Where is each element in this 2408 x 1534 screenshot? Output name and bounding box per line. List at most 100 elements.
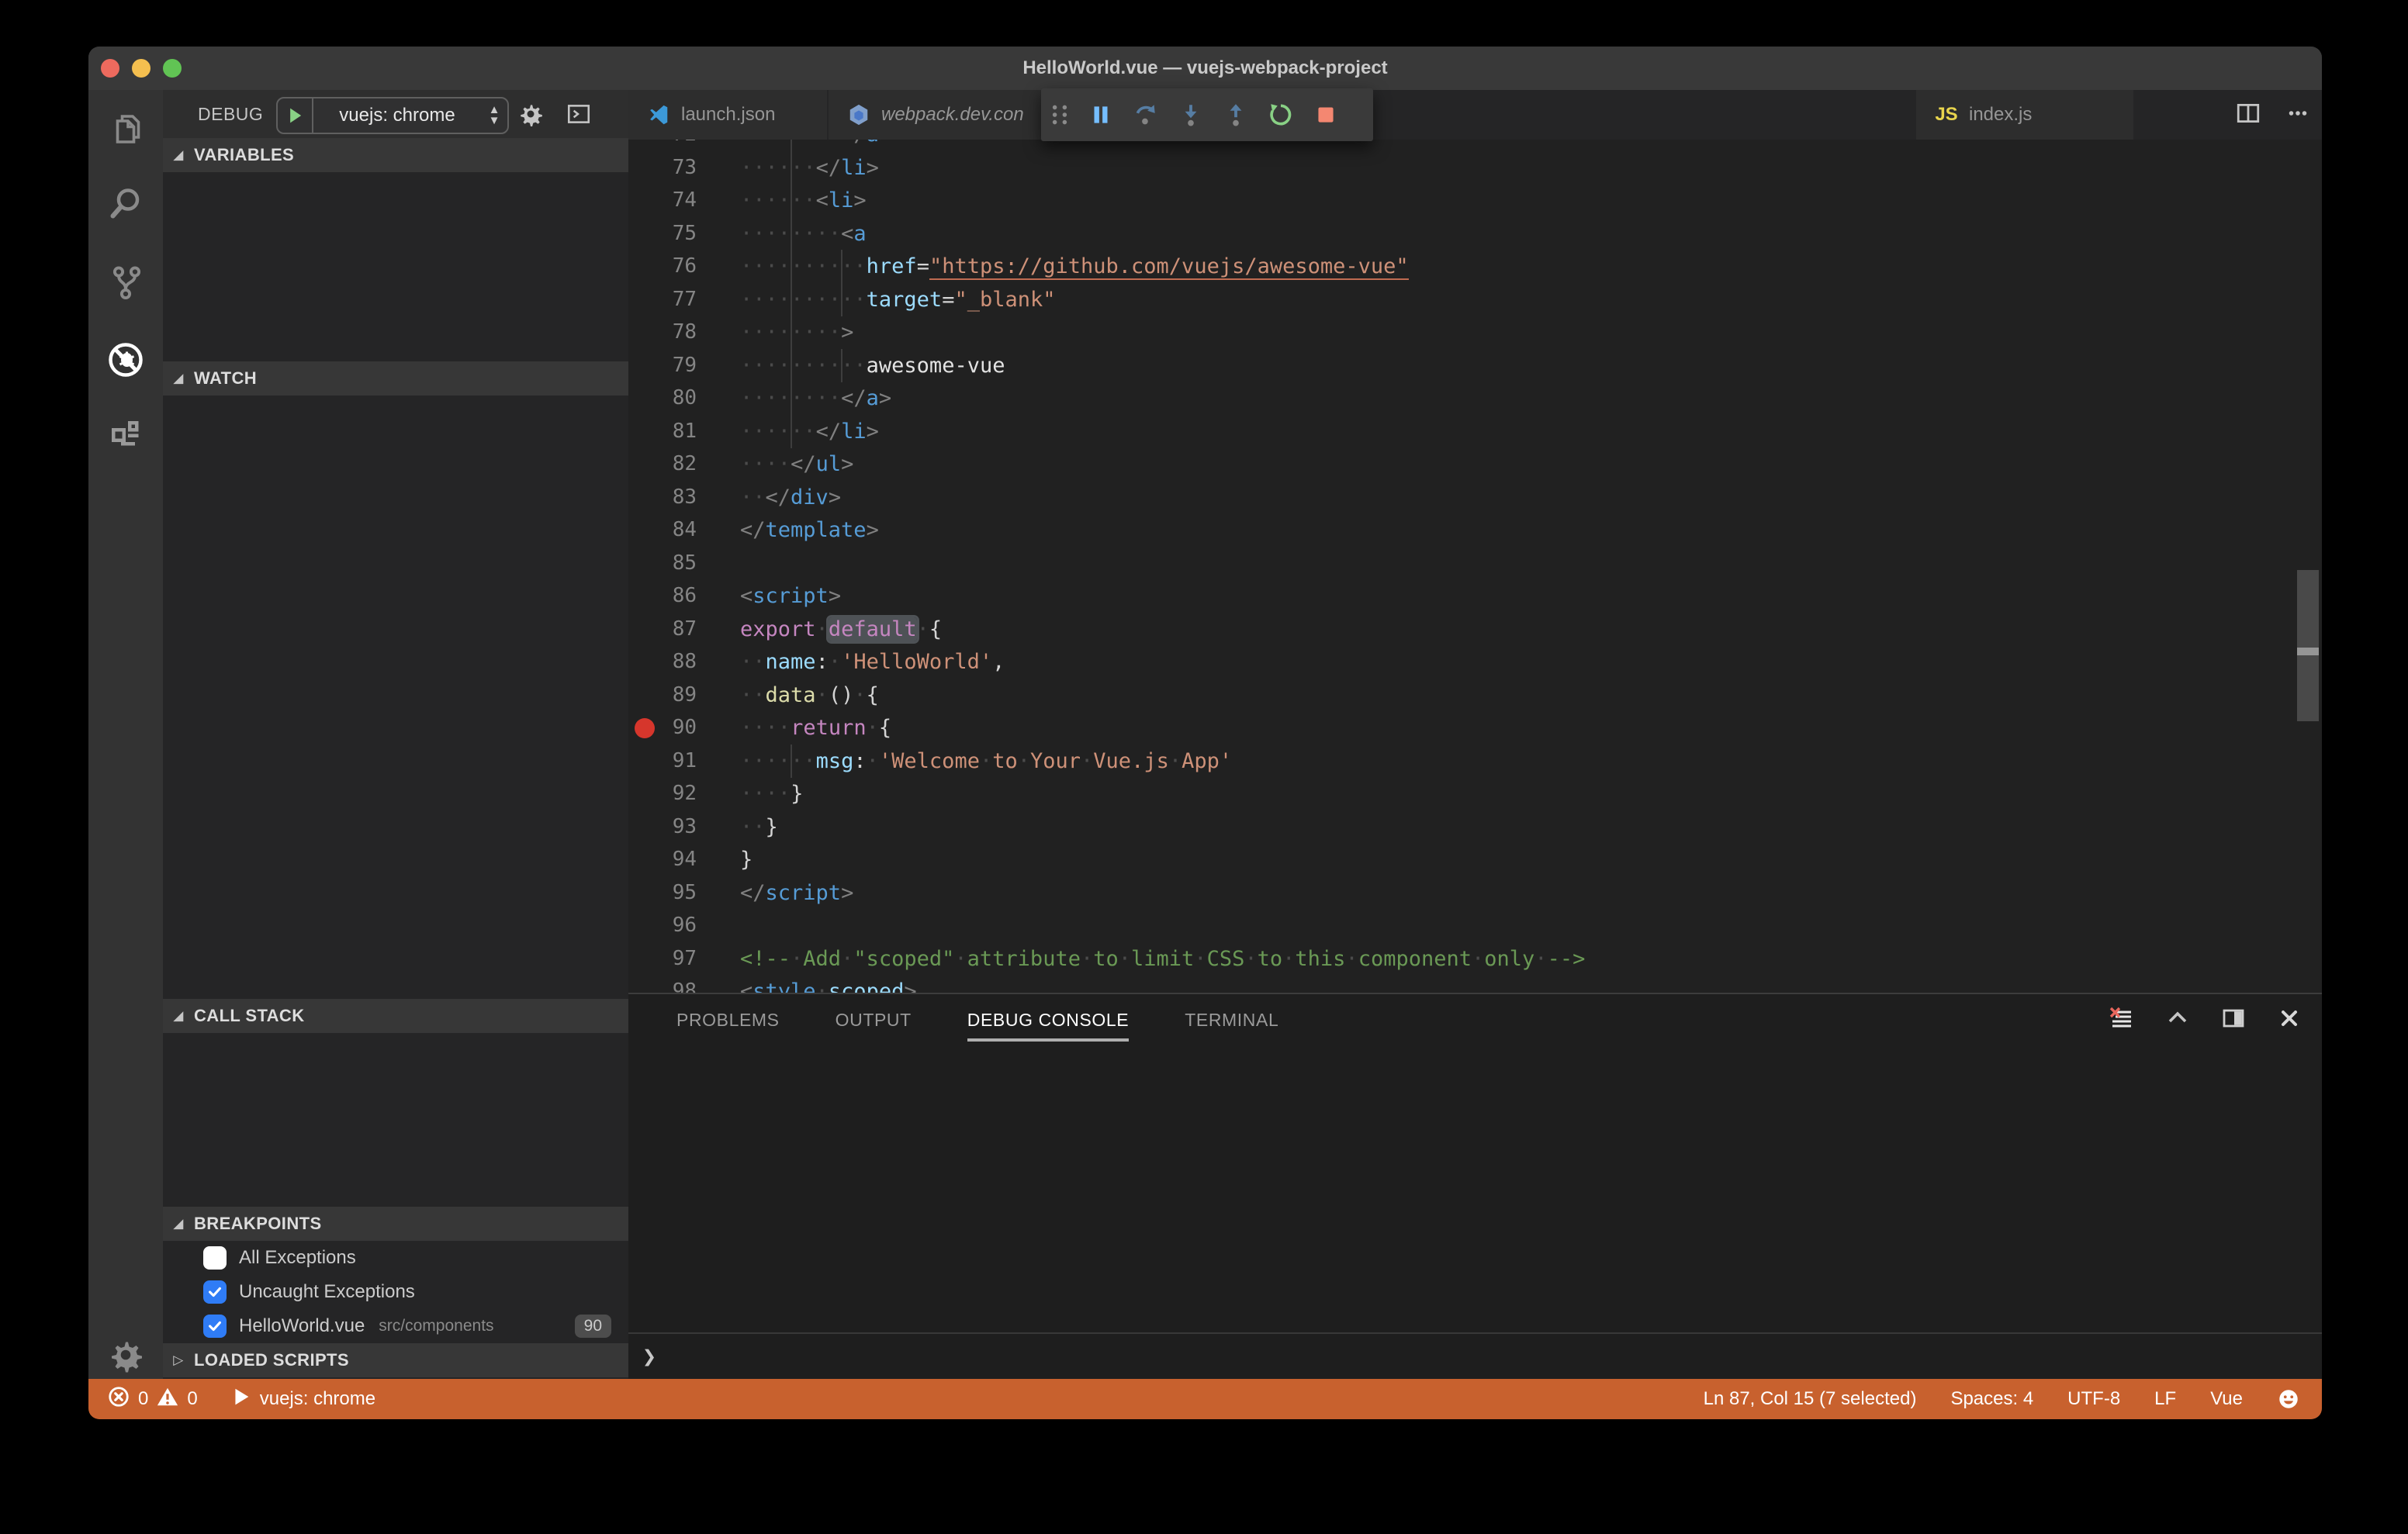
cursor-position-status[interactable]: Ln 87, Col 15 (7 selected)	[1704, 1388, 1917, 1410]
sidebar-item-debug[interactable]	[88, 324, 163, 399]
section-call-stack[interactable]: ◢ CALL STACK	[163, 999, 628, 1033]
gutter[interactable]: 78	[628, 316, 740, 349]
breakpoint-dot[interactable]	[635, 717, 655, 738]
panel-tab-debug-console[interactable]: DEBUG CONSOLE	[967, 999, 1130, 1042]
twistie-expanded-icon: ◢	[173, 1216, 184, 1231]
tab-launch-json[interactable]: launch.json	[628, 90, 827, 140]
debug-console-toggle-button[interactable]	[562, 97, 596, 131]
code-line-76: 76 ··········href="https://github.com/vue…	[628, 250, 2322, 283]
checkbox-checked[interactable]	[203, 1280, 227, 1304]
gutter[interactable]: 93	[628, 810, 740, 844]
debug-console-input[interactable]: ❯	[628, 1332, 2322, 1380]
feedback-smiley-button[interactable]	[2277, 1387, 2300, 1411]
indentation-status[interactable]: Spaces: 4	[1950, 1388, 2033, 1410]
line-number: 72	[673, 140, 697, 151]
tab-index-js[interactable]: JS index.js	[1916, 90, 2133, 140]
step-out-button[interactable]	[1213, 88, 1258, 141]
errors-warnings-status[interactable]: 0 0	[107, 1385, 198, 1414]
gutter[interactable]: 86	[628, 579, 740, 613]
section-breakpoints[interactable]: ◢ BREAKPOINTS	[163, 1207, 628, 1241]
gutter[interactable]: 91	[628, 745, 740, 778]
line-number: 96	[672, 914, 697, 937]
panel-tab-output[interactable]: OUTPUT	[836, 999, 912, 1042]
stop-button[interactable]	[1303, 88, 1348, 141]
close-panel-button[interactable]	[2277, 1006, 2302, 1035]
code-text: </script>	[740, 880, 854, 905]
breakpoint-row-uncaught-exceptions[interactable]: Uncaught Exceptions	[163, 1275, 628, 1309]
line-number: 86	[672, 584, 697, 607]
panel-tab-terminal[interactable]: TERMINAL	[1185, 999, 1278, 1042]
gutter[interactable]: 80	[628, 382, 740, 415]
gutter[interactable]: 95	[628, 876, 740, 910]
panel-tab-problems[interactable]: PROBLEMS	[676, 999, 780, 1042]
clear-console-button[interactable]	[2109, 1006, 2134, 1035]
line-number: 85	[672, 551, 697, 575]
sidebar-item-explorer[interactable]	[88, 95, 163, 169]
gutter[interactable]: 75	[628, 217, 740, 250]
gutter[interactable]: 73	[628, 151, 740, 185]
gutter[interactable]: 72	[628, 140, 740, 151]
move-panel-button[interactable]	[2221, 1006, 2246, 1035]
gutter[interactable]: 97	[628, 942, 740, 976]
vertical-scrollbar[interactable]	[2297, 570, 2319, 721]
sidebar-item-search[interactable]	[88, 168, 163, 242]
debug-target-status[interactable]: vuejs: chrome	[229, 1385, 375, 1414]
line-number: 92	[672, 782, 697, 805]
gutter[interactable]: 84	[628, 513, 740, 547]
gutter[interactable]: 76	[628, 250, 740, 283]
sidebar-item-source-control[interactable]	[88, 247, 163, 321]
sidebar-item-extensions[interactable]	[88, 397, 163, 472]
checkbox-checked[interactable]	[203, 1315, 227, 1338]
language-mode-status[interactable]: Vue	[2210, 1388, 2243, 1410]
section-watch[interactable]: ◢ WATCH	[163, 361, 628, 396]
title-bar[interactable]: HelloWorld.vue — vuejs-webpack-project	[88, 47, 2322, 91]
configure-gear-button[interactable]	[514, 97, 548, 131]
section-loaded-scripts[interactable]: ▷ LOADED SCRIPTS	[163, 1343, 628, 1377]
breakpoint-row-helloworld[interactable]: HelloWorld.vue src/components 90	[163, 1309, 628, 1343]
gutter[interactable]: 98	[628, 975, 740, 993]
gutter[interactable]: 82	[628, 447, 740, 481]
gutter[interactable]: 94	[628, 843, 740, 876]
gutter[interactable]: 85	[628, 547, 740, 580]
gutter[interactable]: 81	[628, 415, 740, 448]
gutter[interactable]: 92	[628, 777, 740, 810]
eol-status[interactable]: LF	[2154, 1388, 2176, 1410]
start-debug-button[interactable]	[278, 98, 313, 133]
code-line-92: 92 ····}	[628, 777, 2322, 810]
gutter[interactable]: 90	[628, 711, 740, 745]
vscode-window: HelloWorld.vue — vuejs-webpack-project D…	[88, 47, 2322, 1419]
code-text: ······</li>	[740, 150, 879, 185]
step-into-button[interactable]	[1168, 88, 1213, 141]
step-over-button[interactable]	[1123, 88, 1168, 141]
code-text: ····return·{	[740, 716, 892, 740]
more-actions-button[interactable]	[2285, 100, 2311, 130]
twistie-expanded-icon: ◢	[173, 147, 184, 162]
gutter[interactable]: 88	[628, 645, 740, 679]
code-editor[interactable]: 72········</a>73······</li>74······<li>7…	[628, 140, 2322, 993]
code-line-85: 85	[628, 547, 2322, 580]
line-number: 88	[672, 650, 697, 673]
console-prompt-chevron: ❯	[642, 1343, 657, 1370]
gutter[interactable]: 89	[628, 679, 740, 712]
toolbar-drag-handle[interactable]	[1041, 88, 1078, 141]
debug-config-dropdown[interactable]: vuejs: chrome ▲ ▼	[276, 97, 509, 134]
line-number: 77	[672, 287, 697, 311]
code-text: <style·scoped>	[740, 979, 917, 993]
maximize-panel-button[interactable]	[2165, 1006, 2190, 1035]
pause-button[interactable]	[1078, 88, 1123, 141]
section-variables[interactable]: ◢ VARIABLES	[163, 138, 628, 172]
gutter[interactable]: 77	[628, 283, 740, 316]
breakpoint-row-all-exceptions[interactable]: All Exceptions	[163, 1241, 628, 1275]
gutter[interactable]: 74	[628, 184, 740, 217]
code-line-88: 88 ··name:·'HelloWorld',	[628, 645, 2322, 679]
gutter[interactable]: 87	[628, 613, 740, 646]
gutter[interactable]: 96	[628, 909, 740, 942]
code-line-78: 78 ········>	[628, 316, 2322, 349]
twistie-collapsed-icon: ▷	[173, 1353, 184, 1367]
split-editor-button[interactable]	[2235, 100, 2261, 130]
gutter[interactable]: 79	[628, 349, 740, 382]
restart-button[interactable]	[1258, 88, 1303, 141]
checkbox-unchecked[interactable]	[203, 1246, 227, 1270]
encoding-status[interactable]: UTF-8	[2067, 1388, 2120, 1410]
gutter[interactable]: 83	[628, 481, 740, 514]
